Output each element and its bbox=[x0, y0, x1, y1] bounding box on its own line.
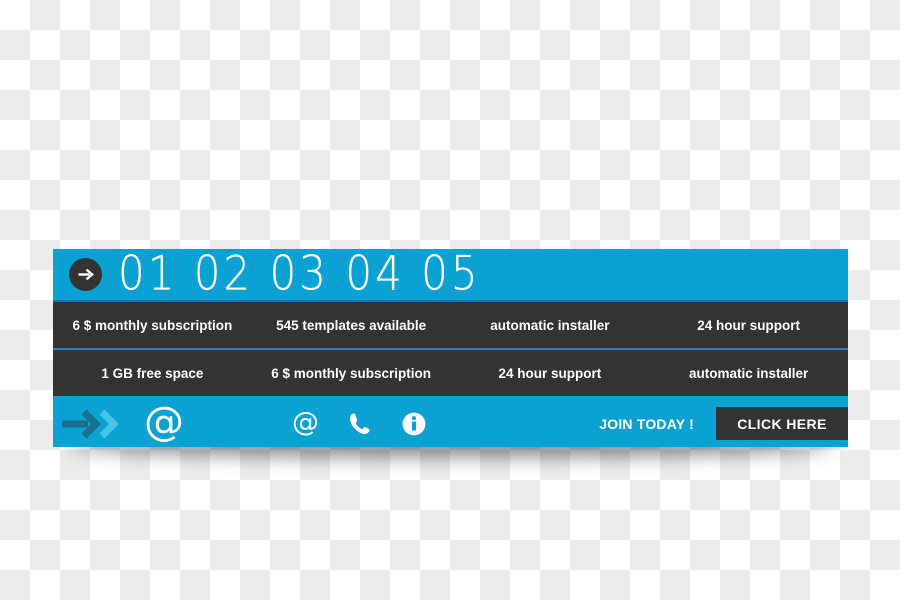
feature-cell: 545 templates available bbox=[276, 317, 427, 333]
banner-footer: @ @ JOIN TODAY ! CLICK HERE bbox=[53, 400, 848, 447]
feature-cell: 24 hour support bbox=[697, 317, 800, 333]
feature-cell: 24 hour support bbox=[498, 365, 602, 381]
at-sign-icon: @ bbox=[144, 398, 184, 445]
feature-cell: automatic installer bbox=[490, 317, 610, 333]
arrow-right-circle-icon[interactable] bbox=[69, 258, 102, 291]
at-sign-icon[interactable]: @ bbox=[292, 409, 319, 436]
phone-icon[interactable] bbox=[347, 411, 373, 437]
feature-cell: 1 GB free space bbox=[101, 365, 204, 381]
feature-cell: 6 $ monthly subscription bbox=[271, 365, 432, 381]
double-chevron-right-icon bbox=[62, 407, 140, 441]
feature-cell: 6 $ monthly subscription bbox=[72, 317, 233, 333]
contact-icon-group: @ bbox=[292, 409, 427, 437]
feature-row: 6 $ monthly subscription 545 templates a… bbox=[53, 302, 848, 350]
feature-row: 1 GB free space 6 $ monthly subscription… bbox=[53, 350, 848, 400]
feature-cell: automatic installer bbox=[688, 365, 809, 381]
transparent-canvas: 01 02 03 04 05 6 $ monthly subscription … bbox=[0, 0, 900, 600]
promo-banner: 01 02 03 04 05 6 $ monthly subscription … bbox=[53, 249, 848, 457]
banner-header: 01 02 03 04 05 bbox=[53, 249, 848, 302]
click-here-button[interactable]: CLICK HERE bbox=[716, 407, 848, 440]
join-today-label: JOIN TODAY ! bbox=[599, 415, 694, 432]
step-numbers: 01 02 03 04 05 bbox=[118, 245, 481, 301]
info-circle-icon[interactable] bbox=[401, 411, 427, 437]
